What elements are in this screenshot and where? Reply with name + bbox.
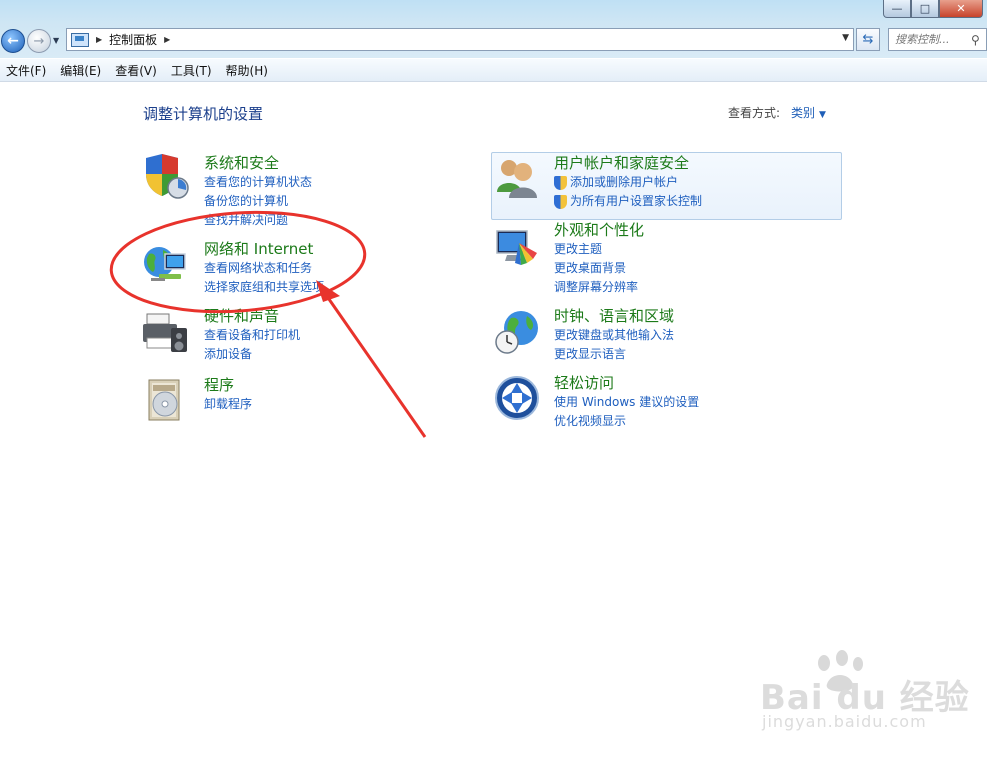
category-link[interactable]: 更改显示语言: [554, 345, 674, 364]
category-title[interactable]: 程序: [204, 376, 252, 395]
window-titlebar: — □ ✕ ← → ▼ ▶ 控制面板 ▶ ▼ ⇆ ⚲: [0, 0, 987, 58]
category-link[interactable]: 优化视频显示: [554, 412, 699, 431]
category-network-internet: 网络和 Internet 查看网络状态和任务 选择家庭组和共享选项: [204, 240, 324, 297]
category-link[interactable]: 为所有用户设置家长控制: [554, 192, 702, 211]
refresh-button[interactable]: ⇆: [856, 28, 880, 51]
search-box[interactable]: ⚲: [888, 28, 987, 51]
category-link[interactable]: 选择家庭组和共享选项: [204, 278, 324, 297]
page-title: 调整计算机的设置: [143, 105, 264, 123]
minimize-button[interactable]: —: [883, 0, 911, 18]
address-dropdown-icon[interactable]: ▼: [842, 33, 849, 43]
category-title[interactable]: 外观和个性化: [554, 221, 644, 240]
category-title[interactable]: 时钟、语言和区域: [554, 307, 674, 326]
search-input[interactable]: [889, 33, 971, 46]
back-button[interactable]: ←: [1, 29, 25, 53]
breadcrumb-separator-icon[interactable]: ▶: [96, 35, 102, 44]
category-title[interactable]: 网络和 Internet: [204, 240, 324, 259]
security-shield-icon[interactable]: [141, 152, 189, 200]
category-link[interactable]: 调整屏幕分辨率: [554, 278, 644, 297]
control-panel-icon: [71, 32, 89, 47]
refresh-icon: ⇆: [862, 32, 874, 47]
breadcrumb-chevron-icon[interactable]: ▶: [164, 35, 170, 44]
category-link[interactable]: 查看您的计算机状态: [204, 173, 312, 192]
menu-help[interactable]: 帮助(H): [220, 62, 276, 79]
chevron-down-icon: ▼: [819, 110, 826, 120]
forward-button[interactable]: →: [27, 29, 51, 53]
menu-bar: 文件(F) 编辑(E) 查看(V) 工具(T) 帮助(H): [0, 59, 987, 82]
category-link[interactable]: 添加设备: [204, 345, 300, 364]
category-programs: 程序 卸载程序: [204, 376, 252, 414]
menu-edit[interactable]: 编辑(E): [54, 62, 109, 79]
programs-disc-icon[interactable]: [141, 376, 189, 424]
category-user-accounts: 用户帐户和家庭安全 添加或删除用户帐户 为所有用户设置家长控制: [554, 154, 702, 211]
view-by-dropdown[interactable]: 类别 ▼: [791, 104, 826, 121]
category-link[interactable]: 添加或删除用户帐户: [554, 173, 702, 192]
user-accounts-icon[interactable]: [493, 154, 541, 202]
menu-file[interactable]: 文件(F): [0, 62, 54, 79]
link-label: 添加或删除用户帐户: [570, 175, 679, 189]
clock-globe-icon[interactable]: [493, 308, 541, 356]
category-link[interactable]: 查看网络状态和任务: [204, 259, 324, 278]
uac-shield-icon: [554, 194, 567, 209]
link-label: 为所有用户设置家长控制: [570, 194, 703, 208]
forward-arrow-icon: →: [33, 33, 45, 49]
category-link[interactable]: 更改主题: [554, 240, 644, 259]
uac-shield-icon: [554, 175, 567, 190]
ease-of-access-icon[interactable]: [493, 374, 541, 422]
category-title[interactable]: 用户帐户和家庭安全: [554, 154, 702, 173]
appearance-monitor-icon[interactable]: [493, 225, 541, 273]
search-icon[interactable]: ⚲: [971, 33, 980, 47]
category-clock-language-region: 时钟、语言和区域 更改键盘或其他输入法 更改显示语言: [554, 307, 674, 364]
view-by-label: 查看方式:: [728, 106, 781, 120]
category-link[interactable]: 卸载程序: [204, 395, 252, 414]
hardware-printer-icon[interactable]: [141, 308, 189, 356]
category-title[interactable]: 轻松访问: [554, 374, 699, 393]
category-link[interactable]: 查找并解决问题: [204, 211, 312, 230]
watermark-url: jingyan.baidu.com: [762, 712, 927, 731]
recent-pages-dropdown[interactable]: ▼: [53, 36, 59, 45]
category-link[interactable]: 更改桌面背景: [554, 259, 644, 278]
category-system-security: 系统和安全 查看您的计算机状态 备份您的计算机 查找并解决问题: [204, 154, 312, 230]
category-link[interactable]: 备份您的计算机: [204, 192, 312, 211]
view-by-value: 类别: [791, 106, 816, 120]
breadcrumb-control-panel[interactable]: 控制面板: [109, 31, 157, 48]
category-link[interactable]: 查看设备和打印机: [204, 326, 300, 345]
category-ease-of-access: 轻松访问 使用 Windows 建议的设置 优化视频显示: [554, 374, 699, 431]
close-button[interactable]: ✕: [939, 0, 983, 18]
category-appearance: 外观和个性化 更改主题 更改桌面背景 调整屏幕分辨率: [554, 221, 644, 297]
menu-tools[interactable]: 工具(T): [165, 62, 220, 79]
window-controls: — □ ✕: [883, 0, 983, 18]
menu-view[interactable]: 查看(V): [109, 62, 165, 79]
category-title[interactable]: 系统和安全: [204, 154, 312, 173]
address-bar[interactable]: ▶ 控制面板 ▶ ▼: [66, 28, 854, 51]
network-globe-icon[interactable]: [141, 240, 189, 288]
category-title[interactable]: 硬件和声音: [204, 307, 300, 326]
back-arrow-icon: ←: [7, 33, 19, 49]
category-link[interactable]: 使用 Windows 建议的设置: [554, 393, 699, 412]
maximize-button[interactable]: □: [911, 0, 939, 18]
baidu-watermark: Bai du 经验 jingyan.baidu.com: [757, 650, 987, 756]
category-link[interactable]: 更改键盘或其他输入法: [554, 326, 674, 345]
category-hardware-sound: 硬件和声音 查看设备和打印机 添加设备: [204, 307, 300, 364]
